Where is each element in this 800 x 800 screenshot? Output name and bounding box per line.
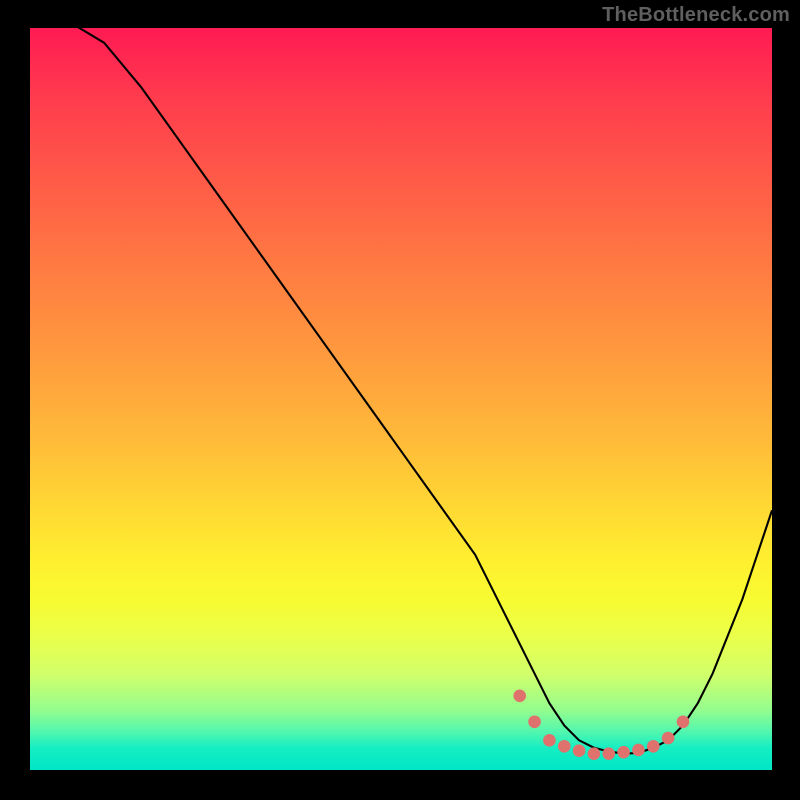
plot-area — [30, 28, 772, 770]
optimal-dot — [588, 747, 601, 760]
optimal-dot — [677, 715, 690, 728]
optimal-dot — [543, 734, 556, 747]
optimal-dot — [647, 740, 660, 753]
chart-frame: TheBottleneck.com — [0, 0, 800, 800]
optimal-dot — [632, 744, 645, 757]
optimal-dot — [573, 744, 586, 757]
optimal-dot — [513, 689, 526, 702]
optimal-dot — [602, 747, 615, 760]
dots-group — [513, 689, 689, 759]
optimal-range-dots — [30, 28, 772, 770]
optimal-dot — [617, 746, 630, 759]
optimal-dot — [528, 715, 541, 728]
optimal-dot — [662, 732, 675, 745]
optimal-dot — [558, 740, 571, 753]
watermark-text: TheBottleneck.com — [602, 4, 790, 27]
